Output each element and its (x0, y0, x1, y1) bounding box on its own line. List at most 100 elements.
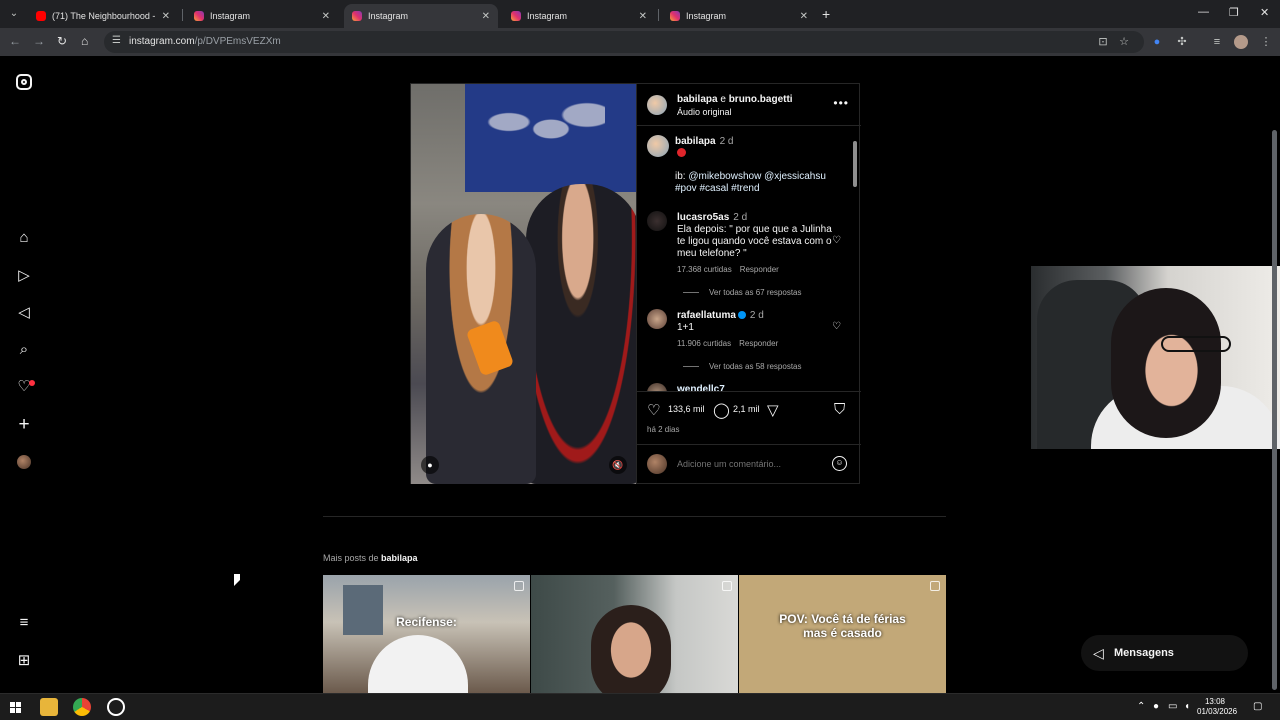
comment-likes[interactable]: 17.368 curtidas (677, 265, 732, 274)
view-replies-button[interactable]: Ver todas as 58 respostas (683, 362, 802, 371)
chrome-icon[interactable] (73, 698, 91, 716)
close-tab-icon[interactable]: ✕ (322, 11, 330, 22)
like-comment-heart-icon[interactable]: ♡ (832, 321, 841, 332)
search-icon[interactable]: ⌕ (14, 340, 34, 360)
tray-chevron-icon[interactable]: ⌃ (1137, 701, 1145, 712)
site-info-icon[interactable]: ☰ (112, 35, 124, 47)
comment-avatar[interactable] (647, 211, 667, 231)
post-time: há 2 dias (647, 425, 680, 434)
coauthor-link[interactable]: bruno.bagetti (729, 94, 793, 105)
cap-figure (368, 635, 468, 693)
more-posts-user-link[interactable]: babilapa (381, 553, 418, 563)
save-bookmark-icon[interactable]: ⛉ (834, 401, 845, 418)
url-text[interactable]: instagram.com/p/DVPEmsVEZXm (129, 36, 281, 47)
caption-hashtags[interactable]: #pov #casal #trend (675, 183, 760, 195)
tab-instagram-3[interactable]: Instagram ✕ (503, 4, 655, 28)
author-avatar[interactable] (647, 95, 667, 115)
share-send-icon[interactable]: ▽ (767, 401, 779, 419)
forward-icon[interactable]: → (33, 34, 45, 48)
page-scrollbar[interactable] (1272, 118, 1277, 693)
post-actions: ♡ 133,6 mil ◯ 2,1 mil ▽ ⛉ há 2 dias (637, 393, 861, 443)
close-tab-icon[interactable]: ✕ (162, 11, 170, 22)
comment-author[interactable]: rafaellatuma 2 d (677, 310, 764, 321)
reload-icon[interactable]: ↻ (57, 34, 67, 48)
authors-connector: e (720, 94, 726, 105)
windows-start-icon[interactable] (10, 702, 21, 713)
more-post-thumb[interactable] (531, 575, 738, 693)
instagram-icon (511, 11, 521, 21)
create-plus-icon[interactable]: + (14, 415, 34, 435)
minimize-icon[interactable]: — (1198, 6, 1209, 18)
obs-icon[interactable] (107, 698, 125, 716)
man-face (591, 605, 671, 693)
chrome-menu-icon[interactable]: ⋮ (1259, 35, 1273, 49)
network-icon[interactable]: ▭ (1168, 701, 1177, 712)
emoji-picker-icon[interactable]: ☺ (832, 456, 847, 471)
streamer-head (1111, 288, 1221, 438)
file-explorer-icon[interactable] (40, 698, 58, 716)
more-post-thumb[interactable]: Recifense: (323, 575, 530, 693)
home-icon[interactable]: ⌂ (81, 34, 88, 48)
reel-icon (514, 581, 524, 591)
restore-icon[interactable]: ❐ (1229, 6, 1239, 19)
microphone-icon[interactable]: ● (1153, 701, 1159, 712)
bookmark-star-icon[interactable]: ☆ (1117, 35, 1131, 49)
profile-avatar[interactable] (17, 455, 31, 469)
profile-avatar-icon[interactable] (1234, 35, 1248, 49)
media-controls-icon[interactable]: ≡ (1210, 35, 1224, 49)
messages-button[interactable]: ◁ Mensagens (1081, 635, 1248, 671)
tab-label: Instagram (368, 11, 409, 21)
author-link[interactable]: babilapa (677, 94, 718, 105)
tab-search-icon[interactable]: ⌄ (6, 6, 22, 22)
volume-icon[interactable]: ◖ (1184, 701, 1190, 712)
mute-icon[interactable]: 🔇 (609, 456, 627, 474)
comment-likes[interactable]: 11.906 curtidas (677, 339, 731, 348)
like-comment-heart-icon[interactable]: ♡ (832, 235, 841, 246)
caption-author-avatar[interactable] (647, 135, 669, 157)
caption-author[interactable]: babilapa 2 d (675, 136, 733, 147)
extensions-puzzle-icon[interactable]: ✣ (1175, 35, 1189, 49)
comment-bubble-icon[interactable]: ◯ (713, 401, 730, 419)
home-icon[interactable]: ⌂ (14, 228, 34, 248)
notification-center-icon[interactable]: ▢ (1253, 701, 1262, 712)
reply-button[interactable]: Responder (740, 265, 779, 274)
view-replies-button[interactable]: Ver todas as 67 respostas (683, 288, 802, 297)
tab-instagram-4[interactable]: Instagram ✕ (662, 4, 816, 28)
comment-author[interactable]: wendellc7_ (677, 384, 730, 391)
system-clock[interactable]: 13:08 01/03/2026 (1197, 697, 1237, 717)
new-tab-icon[interactable]: + (822, 6, 830, 22)
also-from-meta-icon[interactable]: ⊞ (14, 651, 34, 671)
close-window-icon[interactable]: ✕ (1260, 6, 1269, 19)
address-bar[interactable]: ☰ instagram.com/p/DVPEmsVEZXm (104, 31, 1144, 53)
more-post-thumb[interactable]: POV: Você tá de férias mas é casado (739, 575, 946, 693)
more-menu-icon[interactable]: ≡ (14, 613, 34, 633)
likes-count[interactable]: 133,6 mil (668, 404, 705, 414)
like-heart-icon[interactable]: ♡ (647, 401, 660, 419)
back-icon[interactable]: ← (9, 34, 21, 48)
tab-instagram-1[interactable]: Instagram ✕ (186, 4, 338, 28)
mention-links[interactable]: @mikebowshow @xjessicahsu (688, 171, 826, 182)
tagged-users-icon[interactable]: ● (421, 456, 439, 474)
page-scroll-thumb[interactable] (1272, 130, 1277, 690)
post-video[interactable]: ● 🔇 (411, 84, 636, 484)
tab-youtube[interactable]: (71) The Neighbourhood - Refle ✕ (28, 4, 178, 28)
close-tab-icon[interactable]: ✕ (482, 11, 490, 22)
comments-scroll-thumb[interactable] (853, 141, 857, 187)
reply-button[interactable]: Responder (739, 339, 778, 348)
tab-instagram-active[interactable]: Instagram ✕ (344, 4, 498, 28)
direct-messages-icon[interactable]: ◁ (14, 303, 34, 323)
extension-icon[interactable]: ● (1150, 35, 1164, 49)
verified-badge-icon (737, 311, 746, 320)
reels-icon[interactable]: ▷ (14, 266, 34, 286)
comment-author[interactable]: lucasro5as 2 d (677, 212, 747, 223)
close-tab-icon[interactable]: ✕ (800, 11, 808, 22)
comment-avatar[interactable] (647, 383, 667, 391)
more-options-icon[interactable]: ••• (833, 96, 849, 110)
comment-input[interactable]: Adicione um comentário... (677, 459, 781, 469)
install-app-icon[interactable]: ⊡ (1096, 35, 1110, 49)
close-tab-icon[interactable]: ✕ (639, 11, 647, 22)
audio-link[interactable]: Áudio original (677, 107, 732, 117)
caption-mentions: ib: @mikebowshow @xjessicahsu (675, 171, 826, 182)
comment-avatar[interactable] (647, 309, 667, 329)
instagram-logo-icon[interactable] (16, 74, 32, 90)
